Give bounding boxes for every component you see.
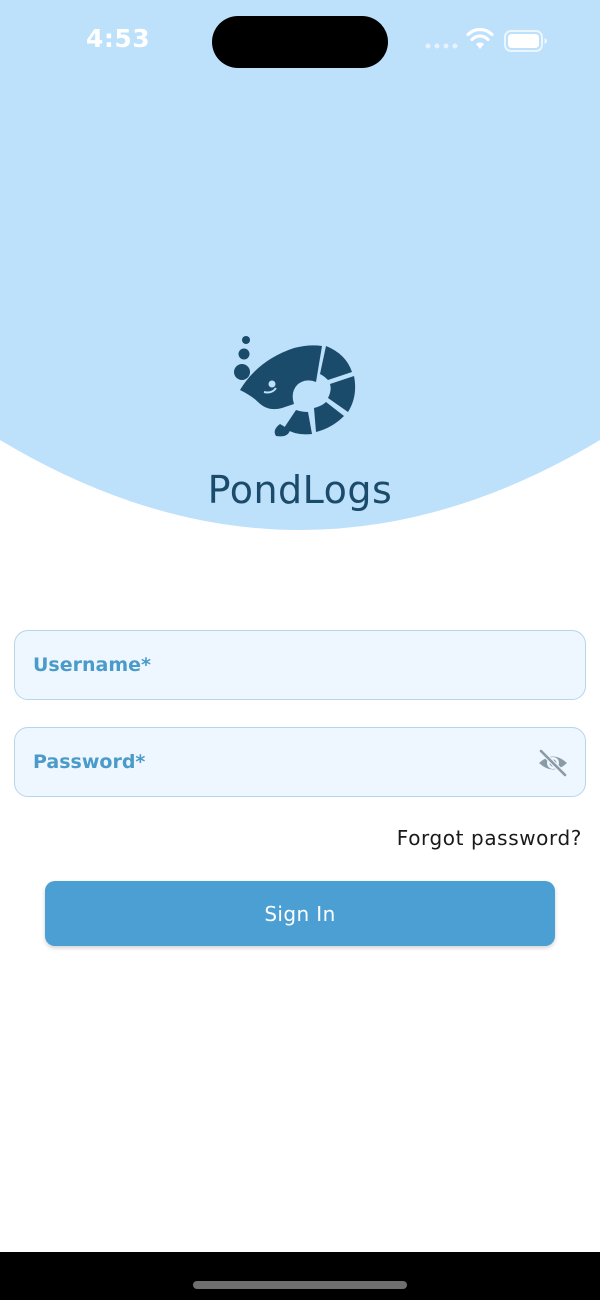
home-indicator[interactable]	[193, 1281, 407, 1289]
dynamic-island	[212, 16, 388, 68]
forgot-password-link[interactable]: Forgot password?	[397, 826, 582, 850]
battery-icon	[504, 30, 547, 52]
shrimp-logo-icon	[234, 336, 356, 437]
login-screen: 4:53 PondLogs Username* Password* Forgot…	[0, 0, 600, 1300]
sign-in-label: Sign In	[264, 901, 336, 926]
username-label: Username*	[33, 654, 151, 676]
password-label: Password*	[33, 751, 146, 773]
eye-off-icon[interactable]	[537, 748, 569, 778]
header-background	[0, 0, 600, 530]
password-field[interactable]: Password*	[14, 727, 586, 797]
wifi-icon	[466, 28, 494, 49]
sign-in-button[interactable]: Sign In	[45, 881, 555, 946]
app-name: PondLogs	[207, 468, 393, 512]
status-time: 4:53	[86, 24, 151, 53]
bottom-bar	[0, 1252, 600, 1300]
signal-icon	[425, 43, 458, 49]
username-field[interactable]: Username*	[14, 630, 586, 700]
